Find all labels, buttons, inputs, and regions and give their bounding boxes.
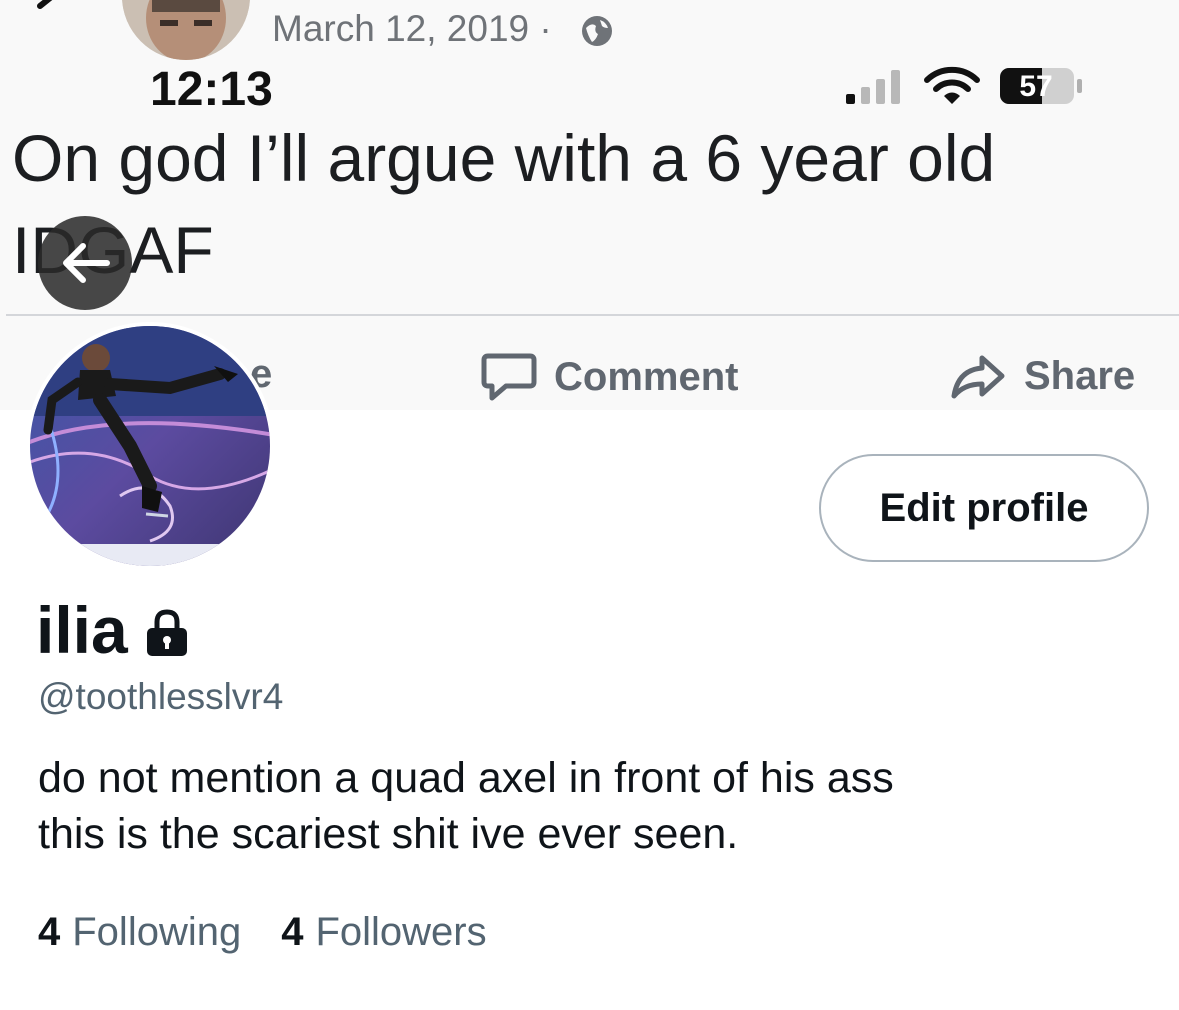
- signal-icon: [846, 70, 900, 104]
- profile-avatar[interactable]: [26, 322, 274, 570]
- followers-link[interactable]: 4 Followers: [281, 910, 486, 955]
- banner-post-author-avatar: [122, 0, 250, 60]
- banner-post-text-line: On god I’ll argue with a 6 year old: [12, 121, 996, 195]
- back-arrow-icon: [63, 243, 110, 283]
- post-date: March 12, 2019 ·: [272, 8, 552, 49]
- edit-profile-button[interactable]: Edit profile: [819, 454, 1149, 562]
- share-label: Share: [1024, 353, 1136, 398]
- following-label: Following: [72, 910, 242, 954]
- chevron-left-icon: [37, 0, 53, 9]
- comment-icon: [481, 353, 537, 401]
- followers-label: Followers: [315, 910, 487, 954]
- display-name-row: ilia: [36, 592, 190, 668]
- banner-share-action: Share: [950, 352, 1135, 400]
- bio-line: do not mention a quad axel in front of h…: [38, 754, 894, 802]
- battery-percentage: 57: [1019, 70, 1053, 103]
- followers-count: 4: [281, 910, 304, 954]
- profile-bio: do not mention a quad axel in front of h…: [38, 750, 1158, 862]
- lock-icon: [146, 609, 187, 656]
- banner-post-text-line: IDGAF: [12, 204, 1162, 296]
- following-count: 4: [38, 910, 61, 954]
- follow-stats: 4 Following 4 Followers: [38, 910, 487, 955]
- bio-line: this is the scariest shit ive ever seen.: [38, 810, 739, 858]
- back-button[interactable]: [38, 216, 132, 310]
- banner-post-text: On god I’ll argue with a 6 year old IDGA…: [12, 112, 1162, 296]
- banner-post-divider: [6, 314, 1179, 316]
- status-bar-time: 12:13: [150, 63, 273, 116]
- share-icon: [951, 355, 1005, 399]
- banner-comment-action: Comment: [480, 352, 738, 402]
- globe-icon: [582, 16, 612, 46]
- comment-label: Comment: [554, 354, 739, 399]
- profile-handle: @toothlesslvr4: [38, 676, 284, 717]
- wifi-icon: [924, 66, 980, 104]
- following-link[interactable]: 4 Following: [38, 910, 241, 955]
- display-name: ilia: [36, 593, 128, 667]
